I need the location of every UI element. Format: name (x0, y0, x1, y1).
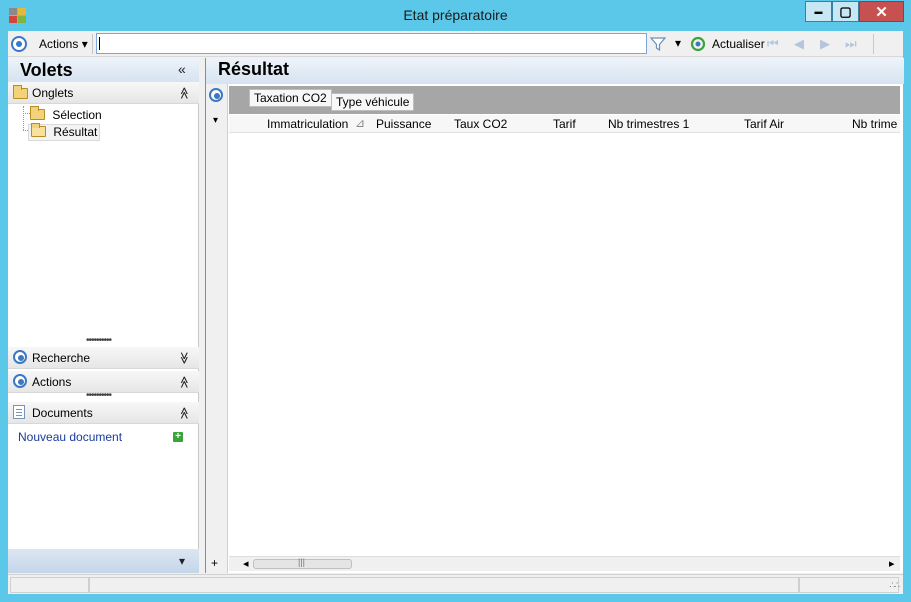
scroll-right-icon[interactable]: ▸ (889, 557, 895, 570)
grid-options-icon[interactable] (209, 88, 223, 102)
result-title: Résultat (218, 59, 290, 79)
previous-record-icon[interactable]: ◀ (794, 36, 804, 52)
open-folder-icon (31, 122, 46, 140)
title-bar[interactable]: Etat préparatoire ▬ ▢ ✕ (0, 0, 911, 30)
horizontal-scrollbar[interactable]: ◂ ||| ▸ (229, 556, 900, 571)
column-tarif-air[interactable]: Tarif Air (744, 117, 784, 131)
group-by-area[interactable]: Taxation CO2 Type véhicule (229, 86, 900, 114)
last-record-icon[interactable]: ⏭ (845, 36, 857, 52)
minimize-button[interactable]: ▬ (805, 1, 832, 22)
column-puissance[interactable]: Puissance (376, 117, 431, 131)
close-icon: ✕ (875, 3, 888, 21)
chevron-down-icon: ▾ (81, 37, 88, 51)
toolbar: Actions ▾ ▾ Actualiser ⏮ ◀ ▶ ⏭ (8, 31, 903, 57)
column-tarif[interactable]: Tarif (553, 117, 576, 131)
chevron-down-icon[interactable]: ▾ (179, 554, 185, 568)
refresh-button-icon[interactable] (690, 36, 706, 52)
group-chip-type-vehicule[interactable]: Type véhicule (331, 93, 415, 111)
tree-connector (23, 113, 30, 114)
scroll-left-icon[interactable]: ◂ (243, 557, 249, 570)
volets-title: Volets (20, 60, 73, 80)
toolbar-separator (873, 34, 874, 54)
minimize-icon: ▬ (814, 7, 823, 16)
application-window: Etat préparatoire ▬ ▢ ✕ Actions ▾ ▾ Actu… (0, 0, 911, 602)
client-area: Actions ▾ ▾ Actualiser ⏮ ◀ ▶ ⏭ Volets « … (8, 31, 904, 594)
column-taux-co2[interactable]: Taux CO2 (454, 117, 507, 131)
column-immatriculation[interactable]: Immatriculation (267, 117, 348, 131)
collapse-section-icon[interactable]: ≪ (177, 407, 191, 420)
resize-grip[interactable]: ∴∴ (890, 580, 901, 591)
target-icon (13, 374, 27, 388)
onglets-section-header[interactable]: Onglets ≪ (8, 82, 199, 104)
panel-footer: ▾ (8, 549, 199, 573)
new-document-link[interactable]: Nouveau document (18, 430, 122, 444)
onglets-label: Onglets (32, 86, 74, 100)
filter-icon (649, 37, 667, 52)
tab-selection[interactable]: Sélection (30, 105, 102, 123)
filter-button[interactable] (649, 36, 667, 52)
tree-connector (23, 106, 24, 130)
sort-icon[interactable]: ⊿ (355, 116, 365, 130)
documents-section-header[interactable]: Documents ≪ (8, 402, 199, 424)
scrollbar-thumb[interactable]: ||| (253, 557, 352, 569)
add-document-icon[interactable]: + (173, 432, 183, 442)
status-cell (10, 577, 89, 593)
actions-section-label: Actions (32, 375, 72, 389)
folder-icon (13, 85, 28, 99)
folder-icon (30, 105, 45, 123)
status-cell (799, 577, 899, 593)
column-nb-trimestres-1[interactable]: Nb trimestres 1 (608, 117, 689, 131)
first-record-icon[interactable]: ⏮ (767, 36, 779, 52)
result-panel: Résultat ▾ + Taxation CO2 Type véhicule … (205, 58, 904, 573)
splitter-grip[interactable]: •••••••••• (86, 390, 112, 401)
documents-label: Documents (32, 406, 93, 420)
thumb-grip: ||| (298, 557, 306, 567)
actions-menu-label: Actions (39, 37, 79, 51)
tab-resultat-label: Résultat (53, 125, 98, 139)
target-icon[interactable] (11, 36, 27, 52)
column-header-row: Immatriculation ⊿ Puissance Taux CO2 Tar… (229, 115, 900, 133)
collapse-panel-icon[interactable]: « (178, 61, 186, 77)
recherche-label: Recherche (32, 351, 91, 365)
window-title: Etat préparatoire (403, 7, 508, 23)
maximize-button[interactable]: ▢ (832, 1, 859, 22)
result-header: Résultat (206, 58, 904, 84)
volets-header: Volets « (8, 58, 199, 82)
tab-resultat[interactable]: Résultat (28, 122, 101, 141)
collapse-section-icon[interactable]: ≪ (177, 87, 191, 100)
row-menu-arrow[interactable]: ▾ (213, 115, 218, 126)
column-nb-trimestres[interactable]: Nb trime (852, 117, 897, 131)
search-input[interactable] (96, 33, 647, 54)
text-caret (99, 37, 100, 50)
recherche-section-header[interactable]: Recherche ≫ (8, 347, 199, 369)
splitter-grip[interactable]: •••••••••• (86, 335, 112, 346)
next-record-icon[interactable]: ▶ (820, 36, 830, 52)
refresh-icon (690, 36, 706, 52)
actions-menu-button[interactable]: Actions ▾ (39, 37, 88, 51)
status-cell (89, 577, 799, 593)
maximize-icon: ▢ (839, 3, 852, 19)
refresh-button[interactable]: Actualiser (712, 37, 765, 51)
group-chip-taxation[interactable]: Taxation CO2 (249, 89, 332, 107)
tab-selection-label: Sélection (52, 108, 102, 122)
target-icon (13, 350, 27, 364)
status-bar: ∴∴ (8, 574, 903, 594)
add-row-icon[interactable]: + (211, 556, 218, 570)
collapse-section-icon[interactable]: ≪ (177, 376, 191, 389)
filter-dropdown-arrow[interactable]: ▾ (675, 36, 681, 50)
volets-panel: Volets « Onglets ≪ Sélection Résultat ••… (8, 58, 199, 573)
expand-section-icon[interactable]: ≫ (177, 352, 191, 365)
toolbar-separator (92, 34, 93, 54)
grid-row-header: ▾ + (206, 84, 228, 573)
document-icon (13, 405, 25, 419)
close-button[interactable]: ✕ (859, 1, 904, 22)
